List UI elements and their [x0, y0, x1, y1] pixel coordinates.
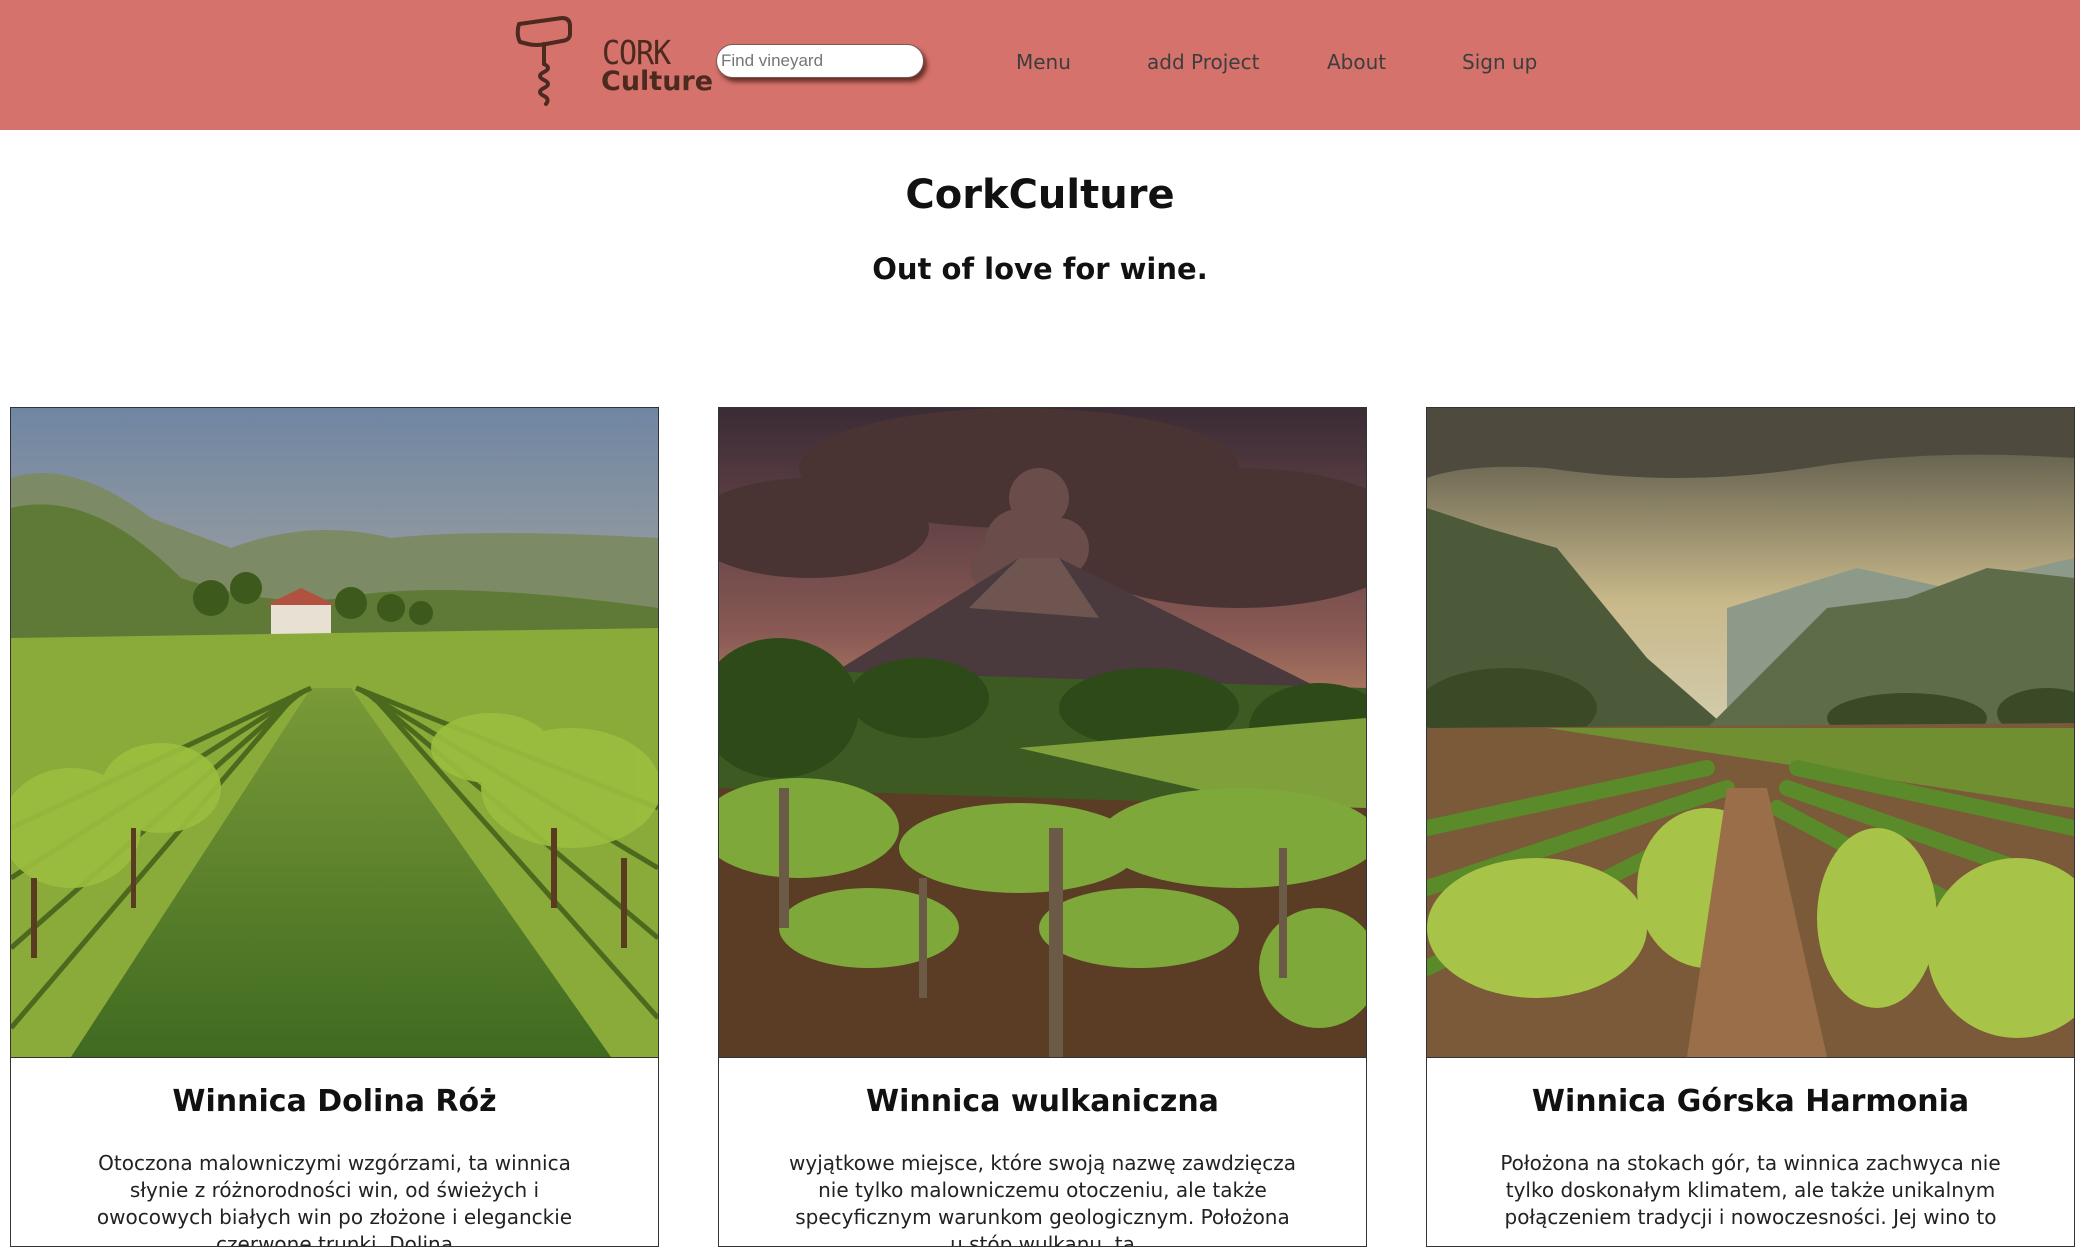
page-subtitle: Out of love for wine. [872, 252, 1208, 286]
vineyard-card[interactable]: Winnica wulkaniczna wyjątkowe miejsce, k… [718, 407, 1367, 1247]
nav-menu[interactable]: Menu [1016, 50, 1071, 74]
card-description: Otoczona malowniczymi wzgórzami, ta winn… [96, 1151, 573, 1247]
card-title: Winnica Dolina Róż [172, 1084, 497, 1119]
vineyard-card[interactable]: Winnica Górska Harmonia Położona na stok… [1426, 407, 2075, 1247]
search-input[interactable] [716, 44, 924, 78]
vineyard-valley-image [11, 408, 658, 1058]
brand-name-bottom: Culture [601, 66, 714, 97]
nav-add-project[interactable]: add Project [1147, 50, 1259, 74]
card-title: Winnica Górska Harmonia [1531, 1084, 1970, 1119]
mountain-vineyard-image [1427, 408, 2074, 1058]
volcano-vineyard-image [719, 408, 1366, 1058]
card-description: wyjątkowe miejsce, które swoją nazwę zaw… [789, 1151, 1296, 1247]
page-title: CorkCulture [905, 172, 1175, 218]
vineyard-card[interactable]: Winnica Dolina Róż Otoczona malowniczymi… [10, 407, 659, 1247]
nav-about[interactable]: About [1327, 50, 1386, 74]
card-description: Położona na stokach gór, ta winnica zach… [1500, 1151, 2001, 1229]
top-navigation-bar: CORK Culture Menu add Project About Sign… [0, 0, 2080, 130]
card-title: Winnica wulkaniczna [866, 1084, 1219, 1119]
nav-sign-up[interactable]: Sign up [1462, 50, 1537, 74]
